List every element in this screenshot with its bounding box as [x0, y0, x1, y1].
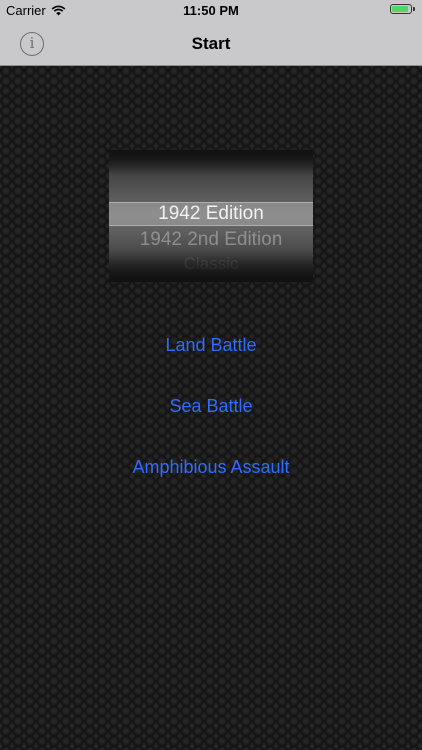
page-title: Start — [191, 34, 231, 53]
status-time: 11:50 PM — [183, 3, 239, 18]
edition-picker[interactable]: 1942 Edition 1942 2nd Edition Classic — [109, 150, 313, 282]
battery-body — [390, 4, 412, 14]
picker-fade-top — [109, 150, 313, 174]
amphibious-assault-button[interactable]: Amphibious Assault — [0, 457, 422, 478]
battery-fill — [392, 6, 409, 12]
land-battle-button[interactable]: Land Battle — [0, 335, 422, 356]
battery-tip — [413, 7, 415, 11]
top-bar: Carrier 11:50 PM i Start — [0, 0, 422, 66]
sea-battle-button[interactable]: Sea Battle — [0, 396, 422, 417]
navigation-bar: i Start — [0, 22, 422, 66]
picker-option-1942-2nd-edition[interactable]: 1942 2nd Edition — [109, 228, 313, 252]
status-bar: Carrier 11:50 PM — [0, 0, 422, 22]
picker-option-1942-edition[interactable]: 1942 Edition — [109, 202, 313, 226]
picker-option-classic[interactable]: Classic — [109, 252, 313, 276]
main-content: 1942 Edition 1942 2nd Edition Classic La… — [0, 66, 422, 750]
battery-icon — [390, 4, 415, 14]
